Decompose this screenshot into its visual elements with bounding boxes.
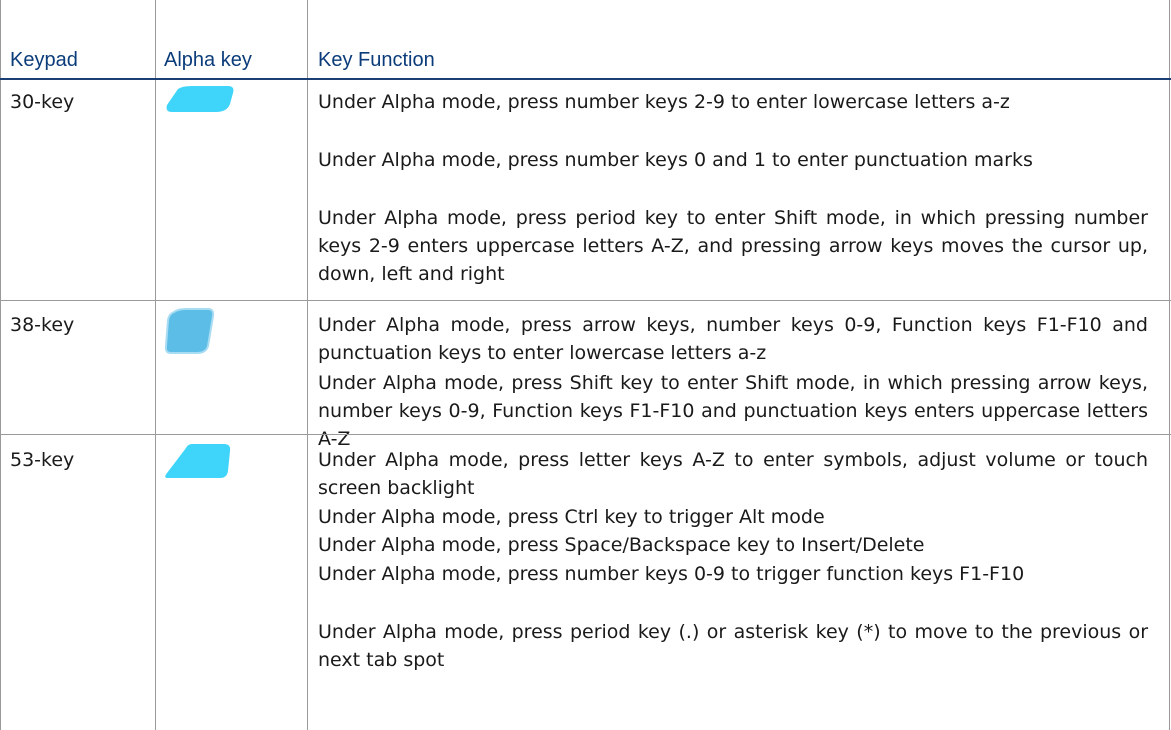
column-divider (155, 0, 156, 730)
table-border-right (1169, 0, 1170, 730)
key-function-text: Under Alpha mode, press number keys 0-9 … (318, 563, 1025, 585)
key-function-text: Under Alpha mode, press period key (.) o… (318, 621, 1148, 671)
header-alpha-key: Alpha key (164, 49, 252, 71)
keypad-name: 53-key (10, 449, 75, 471)
alpha-key-53-icon (165, 444, 231, 478)
key-function-text: Under Alpha mode, press arrow keys, numb… (318, 314, 1148, 364)
key-function-text: Under Alpha mode, press Space/Backspace … (318, 534, 925, 556)
keypad-name: 30-key (10, 91, 75, 113)
keypad-alpha-key-table: Keypad Alpha key Key Function 30-key Und… (0, 0, 1171, 730)
row-divider (0, 300, 1171, 301)
alpha-key-30-icon (166, 86, 234, 112)
header-rule (0, 78, 1171, 80)
key-function-text: Under Alpha mode, press letter keys A-Z … (318, 449, 1148, 499)
row-divider (0, 434, 1171, 435)
key-function-text: Under Alpha mode, press number keys 0 an… (318, 149, 1033, 171)
keypad-name: 38-key (10, 314, 75, 336)
column-divider (307, 0, 308, 730)
key-function-text: Under Alpha mode, press Shift key to ent… (318, 372, 1148, 450)
header-keypad: Keypad (10, 49, 78, 71)
alpha-key-38-icon (164, 308, 215, 354)
key-function-text: Under Alpha mode, press Ctrl key to trig… (318, 506, 825, 528)
table-border-left (0, 0, 1, 730)
key-function-text: Under Alpha mode, press period key to en… (318, 207, 1148, 285)
header-key-function: Key Function (318, 49, 435, 71)
key-function-text: Under Alpha mode, press number keys 2-9 … (318, 91, 1010, 113)
